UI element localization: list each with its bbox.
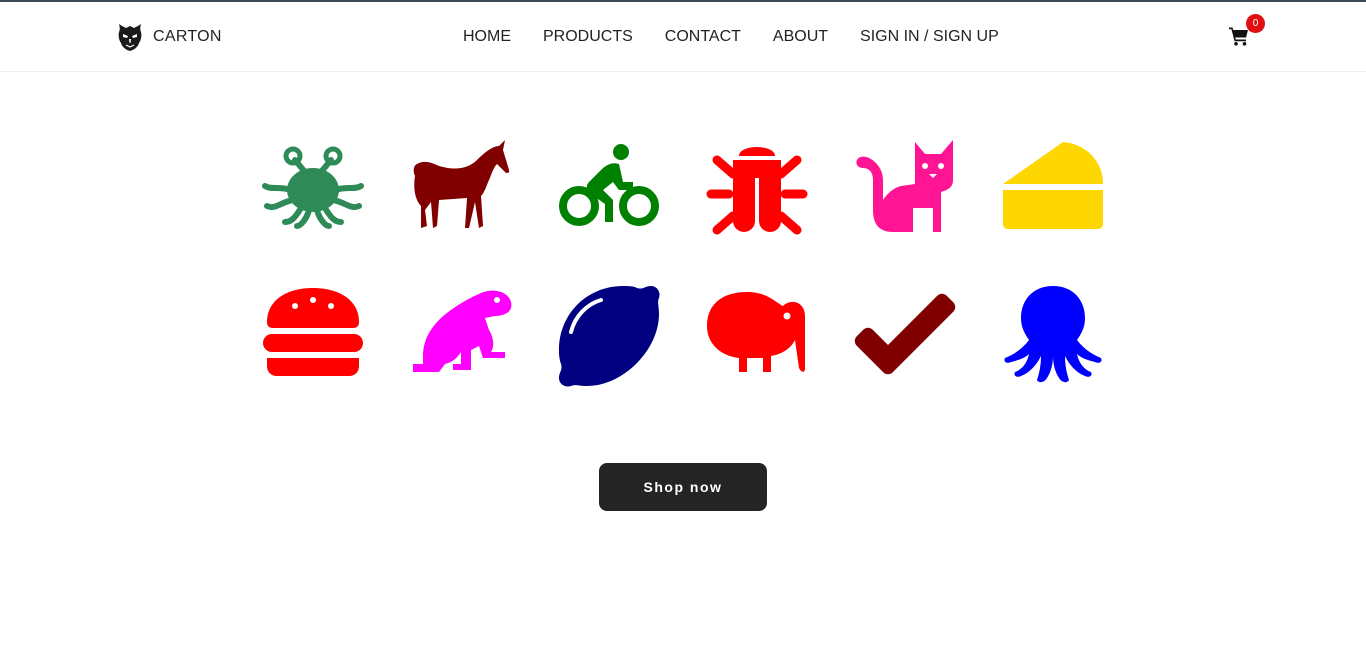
flying-spaghetti-monster-icon [261,136,365,240]
nav-sign-in-sign-up[interactable]: SIGN IN / SIGN UP [860,28,999,46]
nav-products[interactable]: PRODUCTS [543,28,633,46]
brand-link[interactable]: CARTON [116,22,222,52]
cyclist-icon [557,136,661,240]
nav-home[interactable]: HOME [463,28,511,46]
cart-count-badge: 0 [1246,14,1265,33]
brand-name: CARTON [153,28,222,45]
cat-icon [853,136,957,240]
lemon-icon [557,284,661,388]
navbar: CARTON HOME PRODUCTS CONTACT ABOUT SIGN … [0,2,1366,72]
check-icon [853,284,957,388]
nav-about[interactable]: ABOUT [773,28,828,46]
cheese-icon [1001,136,1105,240]
shop-now-button[interactable]: Shop now [599,463,767,511]
nav-contact[interactable]: CONTACT [665,28,741,46]
horse-icon [409,136,513,240]
mask-logo-icon [116,22,144,52]
octopus-icon [1001,284,1105,388]
bug-icon [705,136,809,240]
frog-icon [409,284,513,388]
main-nav: HOME PRODUCTS CONTACT ABOUT SIGN IN / SI… [463,28,999,46]
cart-button[interactable]: 0 [1229,14,1265,48]
kiwi-bird-icon [705,284,809,388]
hamburger-icon [261,284,365,388]
